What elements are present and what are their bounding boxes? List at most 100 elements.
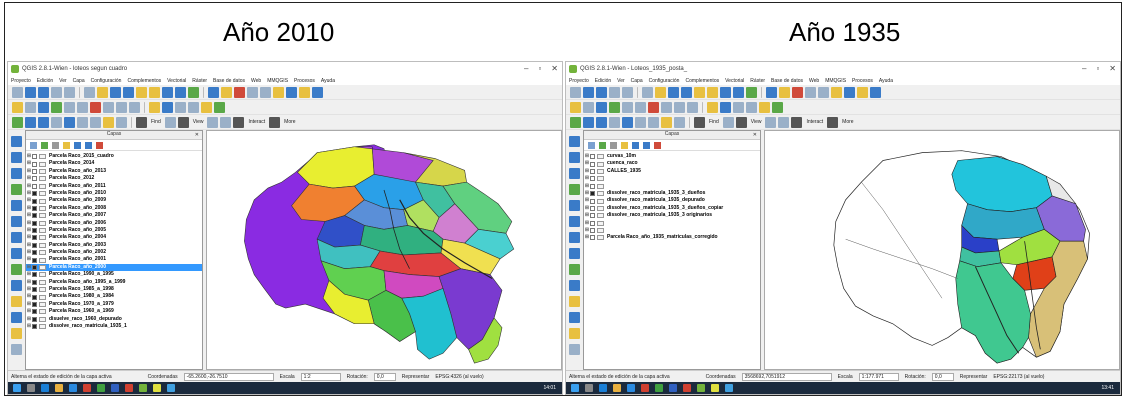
minimize-icon[interactable]: – [524, 64, 528, 73]
add-mssql-layer-icon[interactable] [568, 200, 580, 211]
layer-visibility-checkbox[interactable] [32, 279, 37, 285]
map-canvas[interactable] [764, 130, 1120, 370]
add-delimited-icon[interactable] [103, 116, 114, 128]
attribute-table-icon[interactable] [805, 86, 816, 98]
explorer-icon[interactable] [613, 384, 621, 392]
edit-pencil-icon[interactable] [12, 101, 23, 113]
expand-all-icon[interactable] [74, 141, 81, 149]
save-as-icon[interactable] [609, 86, 620, 98]
add-wcs-icon[interactable] [635, 116, 646, 128]
maximize-icon[interactable]: ▫ [1096, 64, 1099, 73]
collapse-all-icon[interactable] [643, 141, 650, 149]
bookmark-icon[interactable] [857, 86, 868, 98]
powerpoint-icon[interactable] [683, 384, 691, 392]
print-icon[interactable] [765, 116, 777, 128]
layer-visibility-checkbox[interactable] [32, 220, 37, 226]
remove-layer-icon[interactable] [654, 141, 661, 149]
attribute-table-icon[interactable] [247, 86, 258, 98]
layer-visibility-checkbox[interactable] [32, 257, 37, 263]
more-label[interactable]: More [842, 119, 853, 125]
layer-row[interactable]: ⊞ Parcela Raco_2015_cuadro [26, 153, 202, 160]
toggle-edit-icon[interactable] [25, 101, 36, 113]
menu-proyecto[interactable]: Proyecto [11, 78, 31, 84]
layer-visibility-checkbox[interactable] [32, 176, 37, 182]
select-features-icon[interactable] [779, 86, 790, 98]
menu-ayuda[interactable]: Ayuda [879, 78, 893, 84]
label-move-icon[interactable] [175, 101, 186, 113]
layer-row[interactable]: ⊞ disuelve_raco_1960_depurado [26, 316, 202, 323]
layer-visibility-checkbox[interactable] [32, 242, 37, 248]
scale-field[interactable]: 1:177.971 [858, 372, 899, 381]
layer-visibility-checkbox[interactable] [590, 220, 595, 226]
label-icon[interactable] [707, 101, 718, 113]
save-as-icon[interactable] [51, 86, 62, 98]
add-wcs-icon[interactable] [77, 116, 88, 128]
remove-layer-icon[interactable] [96, 141, 103, 149]
minimize-icon[interactable]: – [1082, 64, 1086, 73]
open-project-icon[interactable] [25, 86, 36, 98]
layer-style-icon[interactable] [588, 141, 595, 149]
layer-row[interactable]: ⊞ Parcela Raco_año_2001 [26, 256, 202, 263]
label-change-icon[interactable] [201, 101, 212, 113]
zoom-last-icon[interactable] [175, 86, 186, 98]
menu-mmqgis[interactable]: MMQGIS [825, 78, 846, 84]
label-pin-icon[interactable] [720, 101, 731, 113]
layer-visibility-checkbox[interactable] [32, 168, 37, 174]
add-mssql-layer-icon[interactable] [10, 200, 22, 211]
paste-icon[interactable] [129, 101, 140, 113]
interact-icon[interactable] [233, 116, 245, 128]
layer-visibility-checkbox[interactable] [590, 191, 595, 197]
layer-visibility-checkbox[interactable] [590, 205, 595, 211]
menu-raster[interactable]: Ráster [750, 78, 765, 84]
app2-icon[interactable] [725, 384, 733, 392]
layer-visibility-checkbox[interactable] [32, 265, 37, 271]
edge-icon[interactable] [599, 384, 607, 392]
menu-configuracion[interactable]: Configuración [91, 78, 122, 84]
delete-selected-icon[interactable] [648, 101, 659, 113]
identify-icon[interactable] [766, 86, 777, 98]
label-icon[interactable] [149, 101, 160, 113]
layer-row[interactable]: ⊞ Parcela Raco_año_1995_a_1999 [26, 279, 202, 286]
layer-visibility-checkbox[interactable] [32, 287, 37, 293]
move-feature-icon[interactable] [64, 101, 75, 113]
add-oracle-layer-icon[interactable] [10, 216, 22, 227]
cut-icon[interactable] [661, 101, 672, 113]
add-wfs-layer-icon[interactable] [10, 264, 22, 275]
view-label[interactable]: View [193, 119, 204, 125]
layer-row[interactable]: ⊞ CALLES_1935 [584, 168, 760, 175]
layer-row[interactable]: ⊞ dissolve_raco_matricula_1935_3_dueños_c… [584, 205, 760, 212]
pan-to-selection-icon[interactable] [97, 86, 108, 98]
layer-visibility-checkbox[interactable] [590, 235, 595, 241]
find-icon[interactable] [694, 116, 705, 128]
layer-visibility-checkbox[interactable] [590, 198, 595, 204]
gps-icon[interactable] [10, 344, 22, 355]
manage-visibility-icon[interactable] [52, 141, 59, 149]
help-icon[interactable] [870, 86, 881, 98]
word-icon[interactable] [111, 384, 119, 392]
add-postgis-icon[interactable] [596, 116, 607, 128]
map-tips-icon[interactable] [844, 86, 855, 98]
deselect-icon[interactable] [234, 86, 245, 98]
layer-visibility-checkbox[interactable] [32, 154, 37, 160]
menu-configuracion[interactable]: Configuración [649, 78, 680, 84]
layer-row[interactable]: ⊞ Parcela Raco_año_2000 [26, 263, 202, 272]
map-tips-icon[interactable] [286, 86, 297, 98]
interact-label[interactable]: Interact [806, 119, 823, 125]
add-csv-layer-icon[interactable] [10, 280, 22, 291]
identify-icon[interactable] [208, 86, 219, 98]
zoom-layer-icon[interactable] [720, 86, 731, 98]
add-group-icon[interactable] [41, 141, 48, 149]
layer-visibility-checkbox[interactable] [32, 213, 37, 219]
interact-icon[interactable] [791, 116, 803, 128]
layer-row[interactable]: ⊞ Parcela Raco_1980_a_1984 [26, 293, 202, 300]
layer-visibility-checkbox[interactable] [590, 228, 595, 234]
menu-capa[interactable]: Capa [73, 78, 85, 84]
layer-visibility-checkbox[interactable] [32, 309, 37, 315]
layer-visibility-checkbox[interactable] [32, 324, 37, 330]
layer-row[interactable]: ⊞ Parcela Raco_año_2013 [26, 168, 202, 175]
layer-row[interactable]: ⊞ Parcela Raco_1990_a_1995 [26, 271, 202, 278]
zoom-selection-icon[interactable] [149, 86, 160, 98]
layer-style-icon[interactable] [30, 141, 37, 149]
menu-raster[interactable]: Ráster [192, 78, 207, 84]
add-feature-icon[interactable] [51, 101, 62, 113]
